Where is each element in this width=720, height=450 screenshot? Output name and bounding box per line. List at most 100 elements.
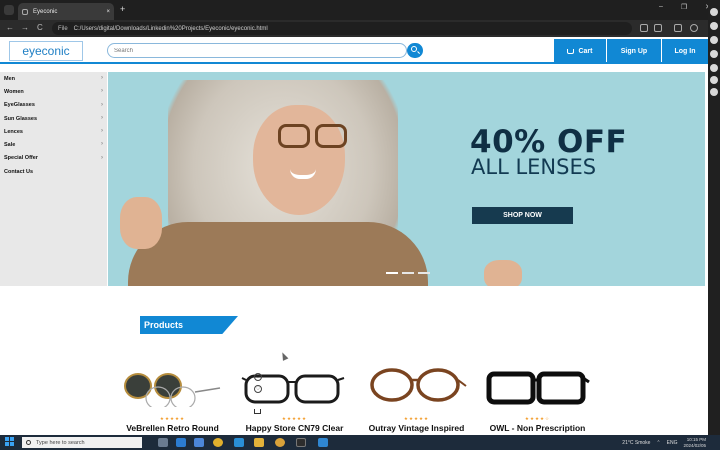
product-image — [124, 373, 221, 407]
sidebar-item-contact-us[interactable]: Contact Us — [0, 165, 107, 178]
edge-browser-icon[interactable] — [234, 438, 244, 447]
browser-tab[interactable]: Eyeconic × — [18, 3, 114, 20]
glasses-lens-left — [278, 124, 310, 148]
address-bar-row: ← → C File C:/Users/digital/Downloads/Li… — [0, 20, 720, 37]
terminal-icon[interactable] — [296, 438, 306, 447]
file-chip[interactable]: File — [58, 26, 68, 32]
product-name[interactable]: OWL - Non Prescription — [475, 423, 600, 433]
maximize-button[interactable]: ❐ — [681, 3, 687, 15]
url-text: C:/Users/digital/Downloads/Linkedin%20Pr… — [73, 25, 268, 32]
rating-stars: ★★★★★ — [159, 416, 186, 421]
weather-widget[interactable]: 21°C Smoke — [622, 440, 650, 446]
extension-icon[interactable] — [640, 24, 648, 32]
product-name[interactable]: VeBrellen Retro Round — [110, 423, 235, 433]
windows-taskbar: Type here to search 21°C Smoke ⌃ ENG 10:… — [0, 435, 720, 450]
taskbar-search[interactable]: Type here to search — [22, 437, 142, 448]
chevron-right-icon: › — [101, 141, 103, 148]
system-tray: 21°C Smoke ⌃ ENG 10:15 PM 2024/02/05 — [616, 436, 706, 449]
taskbar-search-placeholder: Type here to search — [36, 439, 85, 446]
chevron-right-icon: › — [101, 154, 103, 161]
product-name[interactable]: Happy Store CN79 Clear — [232, 423, 357, 433]
clock[interactable]: 10:15 PM 2024/02/05 — [683, 437, 706, 449]
sidebar-item-label: Sun Glasses — [4, 115, 38, 122]
sidebar-item-sunglasses[interactable]: Sun Glasses › — [0, 112, 107, 125]
back-button[interactable]: ← — [6, 23, 14, 33]
sidebar-item-men[interactable]: Men › — [0, 72, 107, 85]
products-section-title: Products — [140, 316, 238, 334]
windows-start-icon[interactable] — [5, 437, 15, 447]
sidebar-item-women[interactable]: Women › — [0, 85, 107, 98]
carousel-dot[interactable] — [418, 272, 430, 274]
close-tab-icon[interactable]: × — [106, 9, 110, 15]
product-name[interactable]: Outray Vintage Inspired — [354, 423, 479, 433]
search-button[interactable] — [407, 43, 423, 58]
side-panel-icon[interactable] — [710, 8, 718, 16]
task-view-icon[interactable] — [158, 438, 168, 447]
site-header: eyeconic Cart Sign Up Log In — [0, 37, 708, 64]
minimize-button[interactable]: – — [659, 3, 663, 15]
model-hand-left — [120, 197, 162, 249]
side-panel-icon[interactable] — [710, 76, 718, 84]
product-image — [486, 371, 590, 405]
category-sidebar: Men › Women › EyeGlasses › Sun Glasses › Len… — [0, 72, 107, 286]
tray-chevron-up-icon[interactable]: ⌃ — [656, 440, 660, 446]
edge-app-icon[interactable] — [194, 438, 204, 447]
site-logo[interactable]: eyeconic — [9, 41, 83, 61]
vscode-icon[interactable] — [318, 438, 328, 447]
chevron-right-icon: › — [101, 75, 103, 81]
browser-side-panel — [708, 0, 720, 450]
mail-app-icon[interactable] — [176, 438, 186, 447]
side-panel-icon[interactable] — [710, 50, 718, 58]
new-tab-button[interactable]: + — [120, 4, 125, 14]
puzzle-icon[interactable] — [654, 24, 662, 32]
cart-icon — [567, 49, 575, 54]
cart-button[interactable]: Cart — [554, 39, 606, 64]
search-input[interactable] — [107, 43, 407, 58]
side-panel-icon[interactable] — [710, 64, 718, 72]
language-indicator[interactable]: ENG — [667, 440, 678, 446]
tab-search-button[interactable] — [4, 5, 14, 15]
sidebar-item-eyeglasses[interactable]: EyeGlasses › — [0, 99, 107, 112]
hero-banner[interactable]: 40% OFF ALL LENSES SHOP NOW — [108, 72, 705, 286]
chevron-right-icon: › — [101, 101, 103, 108]
chevron-right-icon: › — [101, 128, 103, 135]
settings-gear-icon[interactable] — [710, 88, 718, 96]
wishlist-heart-icon[interactable]: ♡ — [254, 373, 262, 381]
file-explorer-icon[interactable] — [254, 438, 264, 447]
search-icon-handle — [416, 51, 421, 55]
clock-time: 10:15 PM — [686, 436, 706, 442]
rating-stars: ★★★★★ — [403, 416, 430, 421]
shop-now-button[interactable]: SHOP NOW — [472, 207, 573, 224]
model-hand-right — [484, 260, 522, 286]
glasses-lens-right — [315, 124, 347, 148]
login-button[interactable]: Log In — [662, 39, 708, 64]
chrome-app-icon[interactable] — [213, 438, 223, 447]
add-to-cart-icon[interactable] — [254, 409, 261, 414]
reload-button[interactable]: C — [37, 23, 43, 33]
sidepanel-icon[interactable] — [674, 24, 682, 32]
sidebar-item-label: Women — [4, 88, 24, 95]
rating-stars: ★★★★☆ — [524, 416, 551, 421]
side-panel-icon[interactable] — [710, 36, 718, 44]
forward-button[interactable]: → — [21, 23, 29, 33]
sidebar-item-label: Men — [4, 75, 15, 82]
sidebar-item-sale[interactable]: Sale › — [0, 138, 107, 151]
carousel-indicators — [384, 272, 432, 274]
chrome-active-icon[interactable] — [275, 438, 285, 447]
mouse-cursor — [279, 351, 289, 361]
sidebar-item-special-offer[interactable]: Special Offer › — [0, 152, 107, 165]
side-panel-icon[interactable] — [710, 22, 718, 30]
profile-icon[interactable] — [690, 24, 698, 32]
carousel-dot[interactable] — [386, 272, 398, 274]
wishlist-heart-icon[interactable]: ♡ — [254, 385, 262, 393]
chevron-right-icon: › — [101, 88, 103, 95]
search-icon — [26, 440, 31, 445]
carousel-dot[interactable] — [402, 272, 414, 274]
sidebar-item-lences[interactable]: Lences › — [0, 125, 107, 138]
sidebar-item-label: Sale — [4, 142, 16, 149]
signup-button[interactable]: Sign Up — [607, 39, 661, 64]
address-bar[interactable]: File C:/Users/digital/Downloads/Linkedin… — [52, 22, 632, 35]
website: eyeconic Cart Sign Up Log In Men › Women ›… — [0, 37, 708, 435]
model-face — [253, 105, 345, 215]
product-image — [241, 374, 345, 404]
